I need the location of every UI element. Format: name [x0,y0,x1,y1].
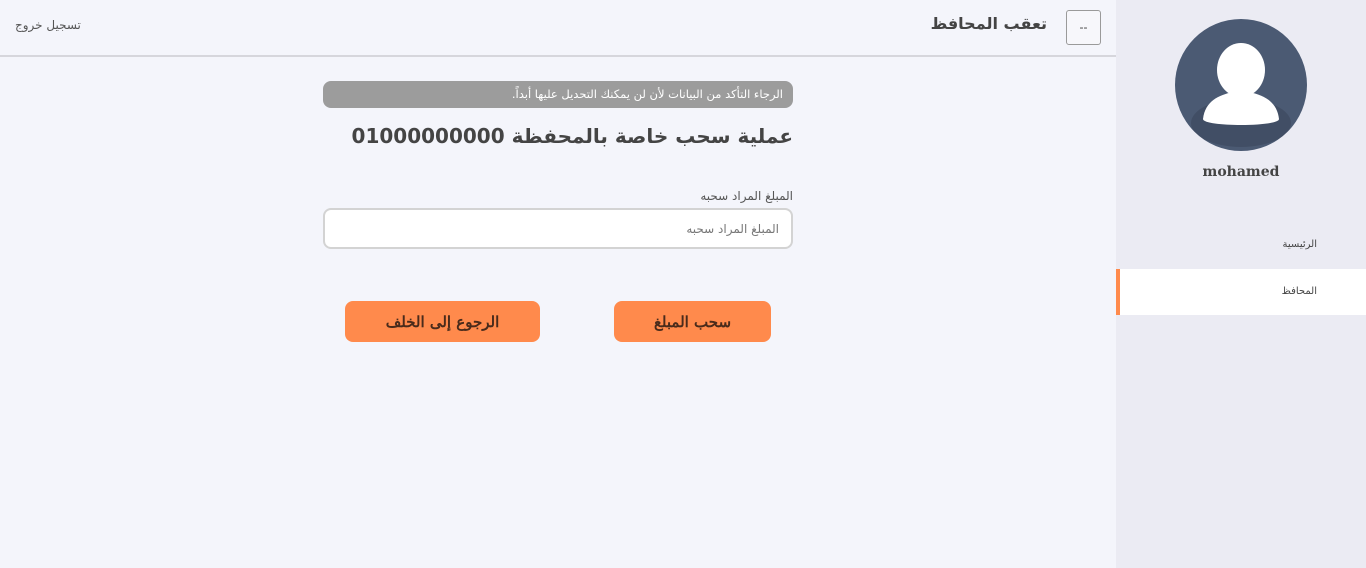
menu-toggle-button[interactable]: -- [1066,10,1101,45]
operation-title: عملية سحب خاصة بالمحفظة 01000000000 [351,124,793,148]
warning-alert: الرجاء التأكد من البيانات لأن لن يمكنك ا… [323,81,793,108]
amount-input[interactable] [323,208,793,249]
logout-link[interactable]: تسجيل خروج [15,18,81,32]
user-avatar-icon [1175,19,1307,151]
sidebar-item-home[interactable]: الرئيسية [1116,222,1366,268]
amount-label: المبلغ المراد سحبه [700,189,793,203]
back-button[interactable]: الرجوع إلى الخلف [345,301,540,342]
sidebar: mohamed الرئيسية المحافظ [1116,0,1366,568]
sidebar-item-wallets[interactable]: المحافظ [1116,269,1366,315]
page-title: تعقب المحافظ [930,14,1047,33]
username: mohamed [1202,164,1280,180]
top-bar: -- تعقب المحافظ تسجيل خروج [0,0,1116,57]
withdraw-button[interactable]: سحب المبلغ [614,301,771,342]
